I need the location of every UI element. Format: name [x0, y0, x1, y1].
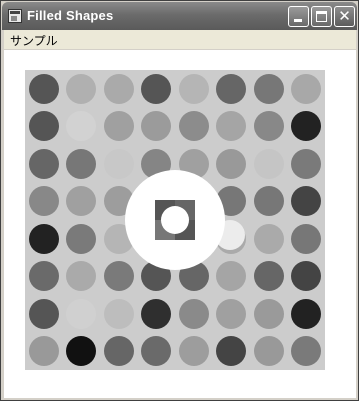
circle-shape [103, 73, 134, 104]
circle-shape [253, 336, 284, 367]
close-icon: ✕ [338, 7, 351, 25]
circle-shape [291, 298, 322, 329]
maximize-button[interactable] [311, 6, 332, 27]
circle-shape [28, 186, 59, 217]
circle-shape [216, 111, 247, 142]
circle-shape [103, 336, 134, 367]
circle-shape [66, 261, 97, 292]
app-icon[interactable] [8, 9, 22, 23]
circle-shape [253, 111, 284, 142]
circle-shape [291, 111, 322, 142]
circle-shape [66, 336, 97, 367]
circle-shape [141, 73, 172, 104]
circle-shape [141, 298, 172, 329]
title-bar[interactable]: Filled Shapes ✕ [2, 2, 357, 30]
circle-shape [28, 148, 59, 179]
circle-shape [103, 261, 134, 292]
circle-shape [253, 261, 284, 292]
circle-shape [103, 111, 134, 142]
circle-shape [291, 148, 322, 179]
circle-shape [28, 111, 59, 142]
circle-shape [28, 336, 59, 367]
circle-shape [253, 223, 284, 254]
circle-shape [28, 298, 59, 329]
circle-shape [66, 223, 97, 254]
client-area [4, 50, 356, 398]
circle-shape [141, 111, 172, 142]
circle-shape [103, 148, 134, 179]
circle-shape [253, 298, 284, 329]
circle-shape [28, 73, 59, 104]
circle-shape [28, 223, 59, 254]
menu-bar: サンプル [4, 30, 356, 49]
circle-shape [216, 148, 247, 179]
app-window: Filled Shapes ✕ サンプル [0, 0, 359, 401]
circle-shape [291, 336, 322, 367]
circle-shape [66, 186, 97, 217]
circle-shape [178, 111, 209, 142]
circle-shape [216, 261, 247, 292]
circle-shape [253, 186, 284, 217]
circle-shape [141, 336, 172, 367]
circle-shape [178, 336, 209, 367]
drawing-canvas [25, 70, 325, 370]
circle-shape [216, 298, 247, 329]
window-title: Filled Shapes [27, 8, 114, 23]
circle-shape [28, 261, 59, 292]
circle-shape [178, 73, 209, 104]
circle-shape [216, 336, 247, 367]
circle-shape [291, 261, 322, 292]
circle-shape [66, 298, 97, 329]
circle-shape [291, 73, 322, 104]
circle-shape [66, 73, 97, 104]
minimize-button[interactable] [288, 6, 309, 27]
menu-item-sample[interactable]: サンプル [10, 32, 58, 49]
circle-shape [66, 148, 97, 179]
circle-shape [253, 73, 284, 104]
maximize-icon [316, 11, 327, 22]
center-small-white-circle [161, 206, 189, 234]
circle-shape [253, 148, 284, 179]
circle-shape [178, 298, 209, 329]
circle-shape [291, 223, 322, 254]
close-button[interactable]: ✕ [334, 6, 355, 27]
circle-shape [66, 111, 97, 142]
circle-shape [103, 298, 134, 329]
circle-shape [291, 186, 322, 217]
circle-shape [216, 73, 247, 104]
minimize-icon [294, 19, 302, 22]
